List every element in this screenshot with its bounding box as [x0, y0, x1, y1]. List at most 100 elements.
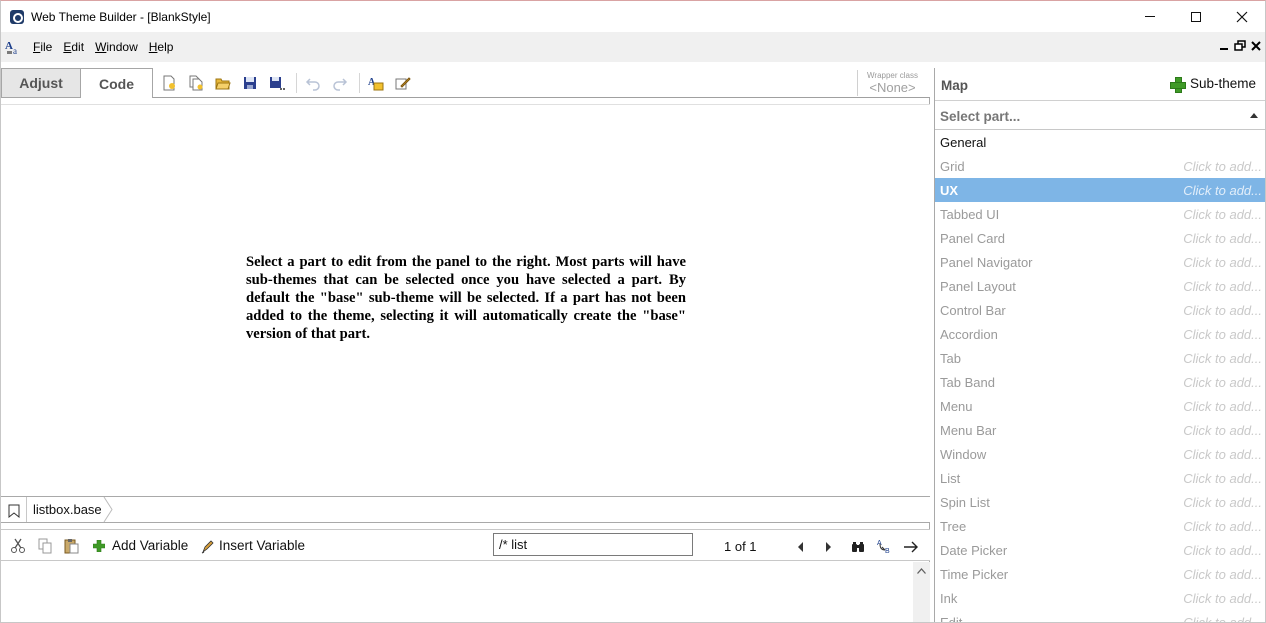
part-list-item[interactable]: Menu Click to add...	[935, 394, 1265, 418]
code-editor[interactable]	[1, 562, 913, 622]
bookmark-icon[interactable]	[8, 504, 20, 518]
part-list-item[interactable]: Spin List Click to add...	[935, 490, 1265, 514]
cut-icon[interactable]	[10, 538, 26, 554]
subtheme-label: Sub-theme	[1189, 76, 1256, 91]
save-icon[interactable]	[242, 75, 258, 91]
part-list-item[interactable]: Control Bar Click to add...	[935, 298, 1265, 322]
click-to-add-hint[interactable]: Click to add...	[1183, 519, 1262, 534]
part-name: Time Picker	[940, 567, 1009, 582]
find-previous-icon[interactable]	[793, 539, 809, 555]
part-list-item[interactable]: Panel Layout Click to add...	[935, 274, 1265, 298]
minimize-button[interactable]	[1127, 1, 1173, 32]
part-list-item[interactable]: Ink Click to add...	[935, 586, 1265, 610]
menu-file-label: ile	[40, 40, 53, 54]
code-toolbar: Add Variable Insert Variable 1 of 1 AB	[1, 529, 930, 561]
part-list-item[interactable]: Edit Click to add...	[935, 610, 1265, 622]
part-list-item[interactable]: Tab Band Click to add...	[935, 370, 1265, 394]
replace-icon[interactable]: AB	[877, 538, 893, 554]
mdi-close-icon	[1251, 41, 1261, 51]
part-list-item[interactable]: Tabbed UI Click to add...	[935, 202, 1265, 226]
click-to-add-hint[interactable]: Click to add...	[1183, 255, 1262, 270]
map-header: Map Sub-theme	[935, 68, 1265, 101]
click-to-add-hint[interactable]: Click to add...	[1183, 231, 1262, 246]
edit-note-icon[interactable]	[395, 75, 411, 91]
add-variable-button[interactable]: Add Variable	[112, 538, 188, 553]
mdi-minimize-button[interactable]	[1218, 39, 1230, 53]
part-list-item[interactable]: Accordion Click to add...	[935, 322, 1265, 346]
click-to-add-hint[interactable]: Click to add...	[1183, 495, 1262, 510]
part-list-item[interactable]: Window Click to add...	[935, 442, 1265, 466]
click-to-add-hint[interactable]: Click to add...	[1183, 159, 1262, 174]
code-editor-scrollbar[interactable]	[913, 562, 930, 622]
design-canvas[interactable]: Select a part to edit from the panel to …	[1, 104, 930, 496]
undo-icon[interactable]	[305, 75, 321, 91]
breadcrumb-chevron-icon	[103, 497, 113, 522]
part-select-dropdown[interactable]: Select part...	[935, 104, 1265, 130]
scroll-up-icon[interactable]	[913, 562, 930, 579]
click-to-add-hint[interactable]: Click to add...	[1183, 471, 1262, 486]
tab-code[interactable]: Code	[81, 68, 153, 98]
mdi-controls	[1218, 39, 1262, 53]
part-list-item[interactable]: List Click to add...	[935, 466, 1265, 490]
copy-icon[interactable]	[37, 538, 53, 554]
redo-icon[interactable]	[332, 75, 348, 91]
part-list-item[interactable]: Time Picker Click to add...	[935, 562, 1265, 586]
part-name: General	[940, 135, 987, 150]
paste-icon[interactable]	[63, 538, 79, 554]
menu-help[interactable]: Help	[148, 38, 175, 56]
click-to-add-hint[interactable]: Click to add...	[1183, 351, 1262, 366]
click-to-add-hint[interactable]: Click to add...	[1183, 183, 1262, 198]
maximize-button[interactable]	[1173, 1, 1219, 32]
click-to-add-hint[interactable]: Click to add...	[1183, 567, 1262, 582]
part-list-item[interactable]: Tree Click to add...	[935, 514, 1265, 538]
click-to-add-hint[interactable]: Click to add...	[1183, 327, 1262, 342]
part-list-item[interactable]: Date Picker Click to add...	[935, 538, 1265, 562]
font-format-icon[interactable]: A	[368, 75, 384, 91]
menu-window[interactable]: Window	[94, 38, 139, 56]
add-variable-icon	[92, 539, 106, 553]
part-name: Window	[940, 447, 987, 462]
new-file-icon[interactable]	[161, 75, 177, 91]
part-list-item[interactable]: General	[935, 130, 1265, 154]
click-to-add-hint[interactable]: Click to add...	[1183, 399, 1262, 414]
wrapper-class-selector[interactable]: Wrapper class <None>	[857, 70, 927, 96]
click-to-add-hint[interactable]: Click to add...	[1183, 279, 1262, 294]
part-list-item[interactable]: Panel Card Click to add...	[935, 226, 1265, 250]
copy-file-icon[interactable]	[188, 75, 204, 91]
add-subtheme-button[interactable]: Sub-theme	[1169, 76, 1256, 93]
toolbar-separator	[359, 73, 360, 93]
breadcrumb-item[interactable]: listbox.base	[33, 502, 102, 517]
menu-file[interactable]: File	[32, 38, 53, 56]
click-to-add-hint[interactable]: Click to add...	[1183, 615, 1262, 622]
find-next-icon[interactable]	[820, 539, 836, 555]
open-folder-icon[interactable]	[215, 75, 231, 91]
click-to-add-hint[interactable]: Click to add...	[1183, 207, 1262, 222]
menu-edit[interactable]: Edit	[62, 38, 85, 56]
click-to-add-hint[interactable]: Click to add...	[1183, 375, 1262, 390]
insert-variable-button[interactable]: Insert Variable	[219, 538, 305, 553]
part-name: Menu Bar	[940, 423, 997, 438]
part-list-item[interactable]: Tab Click to add...	[935, 346, 1265, 370]
part-list-item[interactable]: Menu Bar Click to add...	[935, 418, 1265, 442]
mdi-restore-button[interactable]	[1234, 39, 1246, 53]
part-list-item[interactable]: Panel Navigator Click to add...	[935, 250, 1265, 274]
close-button[interactable]	[1219, 1, 1265, 32]
click-to-add-hint[interactable]: Click to add...	[1183, 423, 1262, 438]
binoculars-icon[interactable]	[850, 539, 866, 555]
save-all-icon[interactable]	[269, 75, 285, 91]
mdi-close-button[interactable]	[1250, 39, 1262, 53]
app-logo-icon	[10, 9, 24, 24]
part-list-item[interactable]: Grid Click to add...	[935, 154, 1265, 178]
editor-toolbar: A	[161, 73, 422, 93]
click-to-add-hint[interactable]: Click to add...	[1183, 303, 1262, 318]
go-to-arrow-icon[interactable]	[903, 539, 919, 555]
part-name: Tab	[940, 351, 961, 366]
menu-bar: A a File Edit Window Help	[1, 32, 1265, 62]
click-to-add-hint[interactable]: Click to add...	[1183, 543, 1262, 558]
tab-adjust[interactable]: Adjust	[1, 68, 81, 98]
click-to-add-hint[interactable]: Click to add...	[1183, 591, 1262, 606]
part-name: Panel Navigator	[940, 255, 1033, 270]
part-list-item[interactable]: UX Click to add...	[935, 178, 1265, 202]
find-input[interactable]	[493, 533, 693, 556]
click-to-add-hint[interactable]: Click to add...	[1183, 447, 1262, 462]
